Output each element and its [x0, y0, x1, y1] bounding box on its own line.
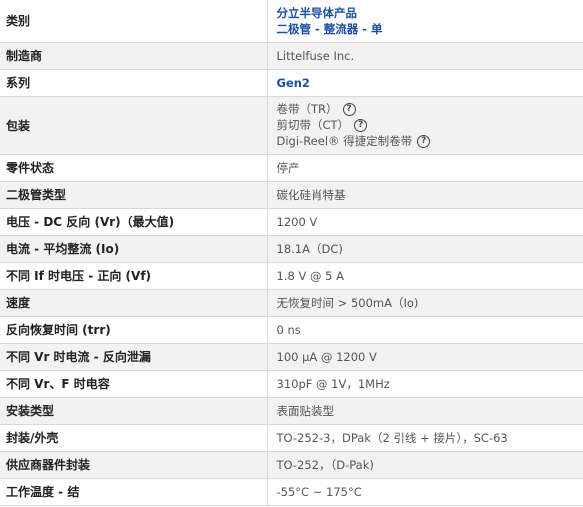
series-link[interactable]: Gen2 [277, 76, 310, 90]
attr-row-part-status: 零件状态 停产 [0, 154, 583, 181]
attr-value: 表面贴装型 [276, 403, 335, 418]
attr-value: 1.8 V @ 5 A [276, 268, 344, 283]
attr-row-current-avg-rectified: 电流 - 平均整流 (Io) 18.1A（DC) [0, 235, 583, 262]
packaging-label: 剪切带（CT） [276, 118, 350, 132]
attr-value: 18.1A（DC) [276, 241, 343, 256]
attr-key: 类别 [0, 0, 268, 42]
attr-row-package-case: 封装/外壳 TO-252-3，DPak（2 引线 + 接片），SC-63 [0, 424, 583, 451]
attr-value: 分立半导体产品 二极管 - 整流器 - 单 [267, 0, 583, 42]
attr-key: 包装 [0, 96, 268, 154]
attr-row-speed: 速度 无恢复时间 > 500mA（Io) [0, 289, 583, 316]
attr-key: 不同 Vr、F 时电容 [0, 370, 268, 397]
attr-row-capacitance: 不同 Vr、F 时电容 310pF @ 1V，1MHz [0, 370, 583, 397]
attr-row-mounting-type: 安装类型 表面贴装型 [0, 397, 583, 424]
attr-row-diode-type: 二极管类型 碳化硅肖特基 [0, 181, 583, 208]
attr-value: 无恢复时间 > 500mA（Io) [276, 295, 419, 310]
attr-key: 电流 - 平均整流 (Io) [0, 235, 268, 262]
attributes-body: 类别 分立半导体产品 二极管 - 整流器 - 单 制造商 Littelfuse … [0, 0, 583, 505]
attr-value: 100 µA @ 1200 V [276, 349, 377, 364]
category-link[interactable]: 分立半导体产品 [277, 5, 583, 21]
attr-key: 供应商器件封装 [0, 451, 268, 478]
packaging-label: 卷带（TR） [276, 102, 338, 116]
packaging-option: 剪切带（CT）? [277, 117, 583, 133]
subcategory-link[interactable]: 二极管 - 整流器 - 单 [277, 21, 583, 37]
attr-row-manufacturer: 制造商 Littelfuse Inc. [0, 42, 583, 69]
question-circle-icon[interactable]: ? [354, 119, 368, 132]
packaging-label: Digi-Reel® 得捷定制卷带 [276, 134, 413, 148]
attr-value: -55°C ~ 175°C [276, 484, 362, 499]
attr-row-category: 类别 分立半导体产品 二极管 - 整流器 - 单 [0, 0, 583, 42]
attr-key: 二极管类型 [0, 181, 268, 208]
packaging-option: Digi-Reel® 得捷定制卷带? [277, 133, 583, 149]
attr-row-series: 系列 Gen2 [0, 69, 583, 96]
attr-key: 不同 Vr 时电流 - 反向泄漏 [0, 343, 268, 370]
attr-value: TO-252，（D-Pak) [276, 457, 374, 472]
attr-key: 不同 If 时电压 - 正向 (Vf) [0, 262, 268, 289]
attr-key: 反向恢复时间 (trr) [0, 316, 268, 343]
attr-row-reverse-recovery-time: 反向恢复时间 (trr) 0 ns [0, 316, 583, 343]
attr-row-voltage-forward: 不同 If 时电压 - 正向 (Vf) 1.8 V @ 5 A [0, 262, 583, 289]
attr-value: 0 ns [276, 322, 301, 337]
attr-row-operating-temp: 工作温度 - 结 -55°C ~ 175°C [0, 478, 583, 505]
question-circle-icon[interactable]: ? [417, 135, 431, 148]
attr-value: Gen2 [267, 69, 583, 96]
attr-value: 1200 V [276, 214, 318, 229]
attr-value: 停产 [276, 160, 300, 175]
attr-key: 封装/外壳 [0, 424, 268, 451]
attr-key: 安装类型 [0, 397, 268, 424]
attr-value: Littelfuse Inc. [276, 48, 355, 63]
attr-key: 系列 [0, 69, 268, 96]
question-circle-icon[interactable]: ? [342, 103, 356, 116]
attr-key: 零件状态 [0, 154, 268, 181]
attr-row-supplier-device-package: 供应商器件封装 TO-252，（D-Pak) [0, 451, 583, 478]
attr-row-packaging: 包装 卷带（TR）? 剪切带（CT）? Digi-Reel® 得捷定制卷带? [0, 96, 583, 154]
attr-key: 速度 [0, 289, 268, 316]
attr-row-reverse-leakage: 不同 Vr 时电流 - 反向泄漏 100 µA @ 1200 V [0, 343, 583, 370]
attr-value: 碳化硅肖特基 [276, 187, 346, 202]
product-attributes-table: 类别 分立半导体产品 二极管 - 整流器 - 单 制造商 Littelfuse … [0, 0, 583, 506]
attr-row-voltage-dc-reverse: 电压 - DC 反向 (Vr)（最大值) 1200 V [0, 208, 583, 235]
attr-value: TO-252-3，DPak（2 引线 + 接片），SC-63 [276, 430, 508, 445]
attr-value: 310pF @ 1V，1MHz [276, 376, 390, 391]
attr-key: 工作温度 - 结 [0, 478, 268, 505]
packaging-option: 卷带（TR）? [277, 101, 583, 117]
attr-key: 制造商 [0, 42, 268, 69]
attr-key: 电压 - DC 反向 (Vr)（最大值) [0, 208, 268, 235]
attr-value: 卷带（TR）? 剪切带（CT）? Digi-Reel® 得捷定制卷带? [267, 96, 583, 154]
